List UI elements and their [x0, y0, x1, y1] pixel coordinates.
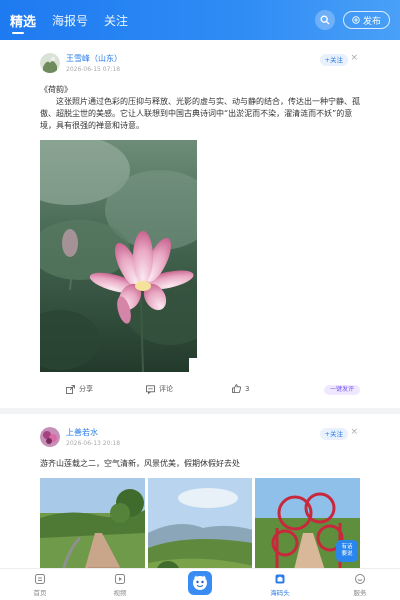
- mountain-view-photo[interactable]: [147, 478, 253, 568]
- mountain-path-photo[interactable]: [40, 478, 145, 568]
- publish-icon: [352, 16, 360, 24]
- bottom-nav: 首页 视频 海码头 服务: [0, 568, 400, 600]
- image-grid: 有话 要说: [0, 470, 400, 568]
- tab-follow[interactable]: 关注: [104, 12, 128, 29]
- author-name[interactable]: 王雪峰（山东）: [66, 53, 122, 64]
- post-body: 这张照片通过色彩的压抑与释放、光影的虚与实、动与静的结合，传达出一种宁静、孤傲、…: [40, 97, 360, 130]
- post-body: 游齐山莲载之二，空气清新，风景优美，假期休假好去处: [40, 459, 240, 468]
- nav-center[interactable]: [160, 569, 240, 600]
- share-button[interactable]: 分享: [66, 384, 93, 394]
- share-label: 分享: [79, 385, 93, 393]
- nav-service-label: 服务: [353, 588, 367, 597]
- post-time: 2026-06-13 20:18: [66, 440, 121, 447]
- tab-featured[interactable]: 精选: [10, 11, 36, 34]
- nav-home-label: 首页: [33, 588, 47, 597]
- follow-button[interactable]: +关注: [319, 54, 348, 66]
- post-text: 游齐山莲载之二，空气清新，风景优美，假期休假好去处: [0, 450, 400, 470]
- avatar[interactable]: [40, 53, 60, 73]
- comment-icon: [146, 384, 155, 394]
- close-icon[interactable]: ×: [350, 53, 358, 63]
- nav-service[interactable]: 服务: [320, 569, 400, 600]
- post-actions: 分享 评论 3 一键发评: [0, 372, 400, 408]
- home-icon: [35, 573, 45, 584]
- comment-button[interactable]: 评论: [146, 384, 173, 394]
- author-meta: 王雪峰（山东） 2026-06-15 07:18: [66, 53, 122, 73]
- feed[interactable]: 王雪峰（山东） 2026-06-15 07:18 +关注 × 《荷韵》 这张照片…: [0, 40, 400, 568]
- nav-home[interactable]: 首页: [0, 569, 80, 600]
- badge-line1: 有话: [341, 544, 353, 550]
- comment-bubble-badge[interactable]: 有话 要说: [336, 540, 359, 562]
- comment-label: 评论: [159, 385, 173, 393]
- mascot-icon: [188, 570, 212, 595]
- publish-button[interactable]: 发布: [342, 11, 390, 29]
- like-count: 3: [245, 384, 250, 393]
- post-card[interactable]: 上善若水 2026-06-13 20:18 +关注 × 游齐山莲载之二，空气清新…: [0, 414, 400, 568]
- tab-poster[interactable]: 海报号: [52, 12, 88, 29]
- like-button[interactable]: 3: [232, 384, 249, 393]
- avatar[interactable]: [40, 427, 60, 447]
- author-row: 王雪峰（山东） 2026-06-15 07:18 +关注 ×: [0, 50, 400, 76]
- share-icon: [66, 384, 75, 394]
- close-icon[interactable]: ×: [350, 427, 358, 437]
- search-icon[interactable]: [314, 10, 335, 30]
- badge-line2: 要说: [341, 551, 353, 557]
- image-corner-badge: [189, 358, 197, 372]
- nav-haimatou[interactable]: 海码头: [240, 569, 320, 600]
- nav-haimatou-label: 海码头: [270, 588, 290, 597]
- top-header: 精选 海报号 关注 发布: [0, 0, 400, 40]
- one-key-comment-button[interactable]: 一键发评: [323, 385, 360, 395]
- author-meta: 上善若水 2026-06-13 20:18: [66, 427, 120, 447]
- thumbs-up-icon: [232, 384, 241, 393]
- service-icon: [355, 573, 365, 584]
- post-text: 《荷韵》 这张照片通过色彩的压抑与释放、光影的虚与实、动与静的结合，传达出一种宁…: [0, 76, 400, 132]
- author-name[interactable]: 上善若水: [66, 427, 120, 438]
- publish-label: 发布: [362, 16, 381, 27]
- nav-video[interactable]: 视频: [80, 569, 160, 600]
- nav-video-label: 视频: [113, 588, 127, 597]
- post-title: 《荷韵》: [40, 85, 72, 94]
- red-arch-photo[interactable]: 有话 要说: [255, 478, 361, 568]
- author-row: 上善若水 2026-06-13 20:18 +关注 ×: [0, 424, 400, 450]
- lotus-photo[interactable]: [40, 140, 197, 372]
- post-time: 2026-06-15 07:18: [66, 66, 121, 73]
- follow-button[interactable]: +关注: [319, 428, 348, 440]
- video-icon: [115, 573, 125, 584]
- haimatou-icon: [275, 574, 285, 583]
- post-card[interactable]: 王雪峰（山东） 2026-06-15 07:18 +关注 × 《荷韵》 这张照片…: [0, 40, 400, 408]
